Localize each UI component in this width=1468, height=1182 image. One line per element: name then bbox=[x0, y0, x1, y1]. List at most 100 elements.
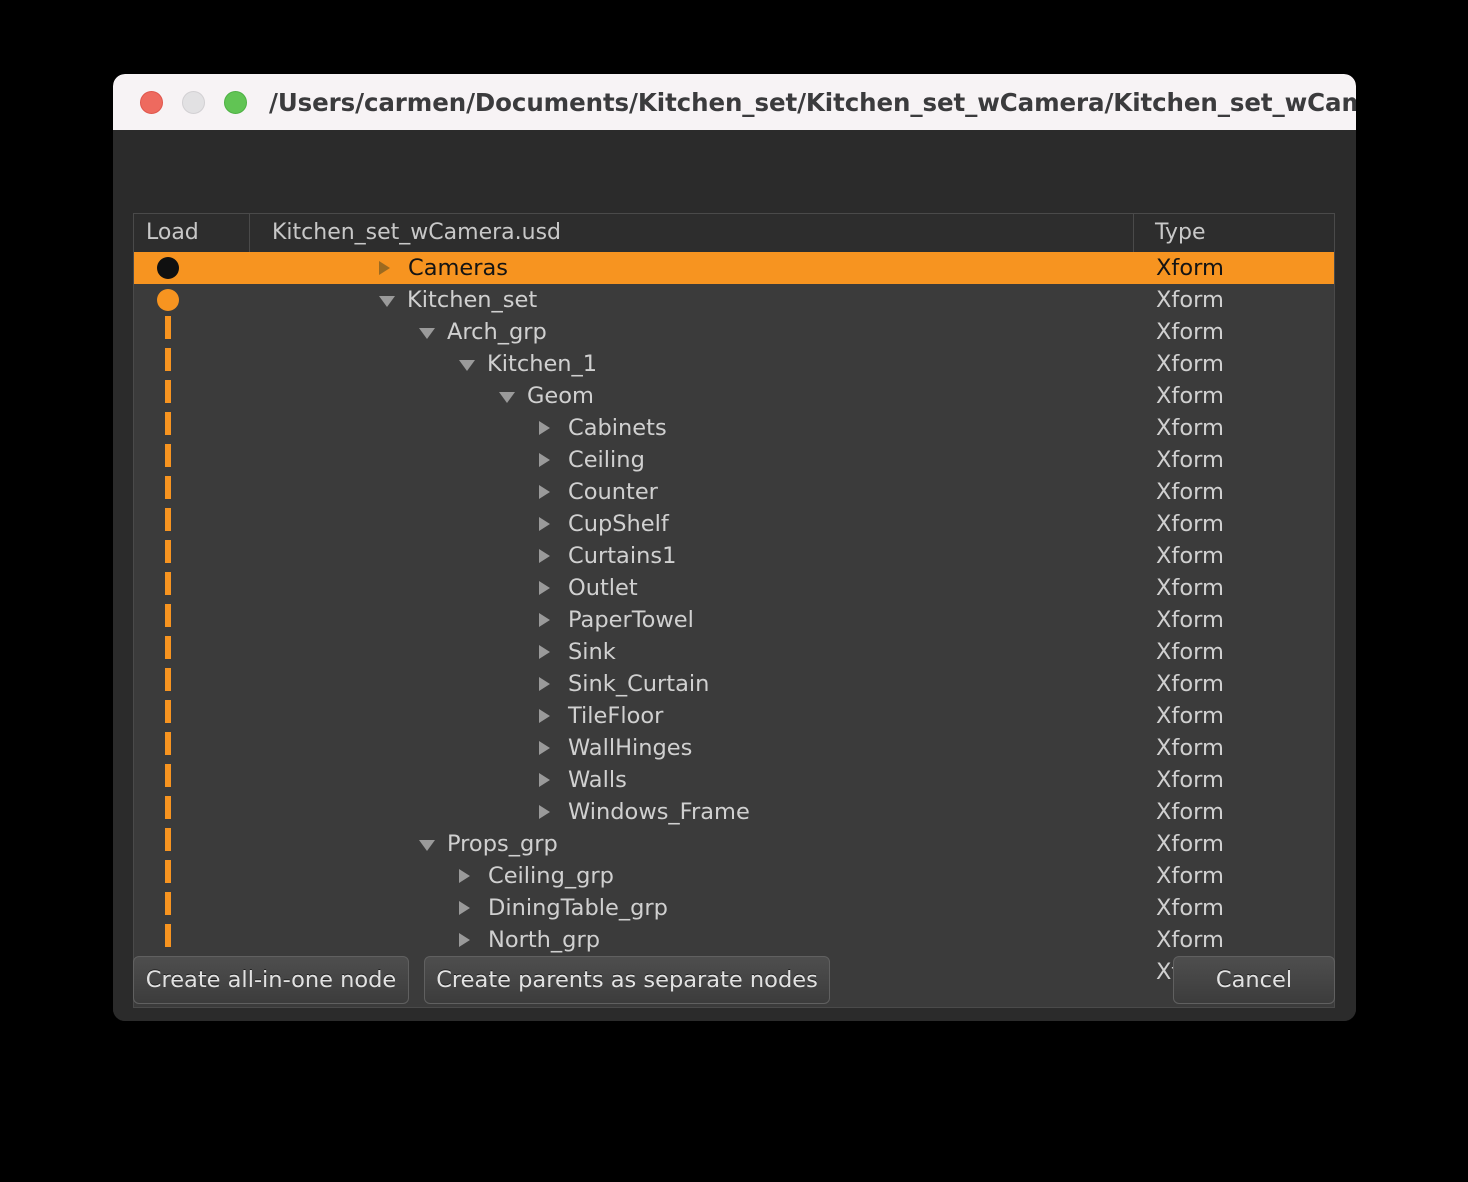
load-cell[interactable] bbox=[134, 540, 250, 572]
chevron-right-icon[interactable] bbox=[539, 741, 550, 755]
name-cell[interactable]: Windows_Frame bbox=[250, 796, 1134, 828]
name-cell[interactable]: Counter bbox=[250, 476, 1134, 508]
load-cell[interactable] bbox=[134, 636, 250, 668]
chevron-right-icon[interactable] bbox=[459, 901, 470, 915]
name-cell[interactable]: Cameras bbox=[250, 252, 1134, 284]
load-cell[interactable] bbox=[134, 476, 250, 508]
table-row[interactable]: OutletXform bbox=[134, 572, 1334, 604]
name-cell[interactable]: Walls bbox=[250, 764, 1134, 796]
table-row[interactable]: Windows_FrameXform bbox=[134, 796, 1334, 828]
table-row[interactable]: CabinetsXform bbox=[134, 412, 1334, 444]
name-cell[interactable]: Sink_Curtain bbox=[250, 668, 1134, 700]
load-cell[interactable] bbox=[134, 316, 250, 348]
chevron-down-icon[interactable] bbox=[419, 840, 435, 851]
load-cell[interactable] bbox=[134, 732, 250, 764]
table-row[interactable]: CeilingXform bbox=[134, 444, 1334, 476]
name-cell[interactable]: Props_grp bbox=[250, 828, 1134, 860]
chevron-right-icon[interactable] bbox=[539, 645, 550, 659]
maximize-window-icon[interactable] bbox=[224, 91, 247, 114]
load-cell[interactable] bbox=[134, 604, 250, 636]
chevron-right-icon[interactable] bbox=[539, 677, 550, 691]
name-cell[interactable]: Sink bbox=[250, 636, 1134, 668]
table-row[interactable]: Props_grpXform bbox=[134, 828, 1334, 860]
table-row[interactable]: CounterXform bbox=[134, 476, 1334, 508]
load-cell[interactable] bbox=[134, 828, 250, 860]
chevron-down-icon[interactable] bbox=[459, 360, 475, 371]
chevron-right-icon[interactable] bbox=[539, 581, 550, 595]
table-row[interactable]: Sink_CurtainXform bbox=[134, 668, 1334, 700]
create-all-in-one-node-button[interactable]: Create all-in-one node bbox=[133, 956, 409, 1004]
table-row[interactable]: Curtains1Xform bbox=[134, 540, 1334, 572]
column-header-load[interactable]: Load bbox=[134, 214, 250, 252]
load-cell[interactable] bbox=[134, 764, 250, 796]
chevron-right-icon[interactable] bbox=[459, 869, 470, 883]
load-cell[interactable] bbox=[134, 892, 250, 924]
chevron-right-icon[interactable] bbox=[539, 773, 550, 787]
table-row[interactable]: Ceiling_grpXform bbox=[134, 860, 1334, 892]
table-row[interactable]: Kitchen_setXform bbox=[134, 284, 1334, 316]
minimize-window-icon[interactable] bbox=[182, 91, 205, 114]
name-cell[interactable]: Ceiling bbox=[250, 444, 1134, 476]
table-row[interactable]: GeomXform bbox=[134, 380, 1334, 412]
chevron-right-icon[interactable] bbox=[539, 485, 550, 499]
close-window-icon[interactable] bbox=[140, 91, 163, 114]
name-cell[interactable]: Ceiling_grp bbox=[250, 860, 1134, 892]
table-row[interactable]: WallHingesXform bbox=[134, 732, 1334, 764]
name-cell[interactable]: WallHinges bbox=[250, 732, 1134, 764]
name-cell[interactable]: Curtains1 bbox=[250, 540, 1134, 572]
name-cell[interactable]: Arch_grp bbox=[250, 316, 1134, 348]
name-cell[interactable]: Outlet bbox=[250, 572, 1134, 604]
chevron-down-icon[interactable] bbox=[379, 296, 395, 307]
table-row[interactable]: TileFloorXform bbox=[134, 700, 1334, 732]
load-cell[interactable] bbox=[134, 252, 250, 284]
chevron-right-icon[interactable] bbox=[459, 933, 470, 947]
chevron-right-icon[interactable] bbox=[539, 613, 550, 627]
table-row[interactable]: PaperTowelXform bbox=[134, 604, 1334, 636]
load-cell[interactable] bbox=[134, 796, 250, 828]
load-cell[interactable] bbox=[134, 412, 250, 444]
load-toggle-icon[interactable] bbox=[157, 289, 179, 311]
load-inherited-line-icon bbox=[165, 444, 171, 476]
chevron-right-icon[interactable] bbox=[539, 421, 550, 435]
name-cell[interactable]: Geom bbox=[250, 380, 1134, 412]
table-row[interactable]: Arch_grpXform bbox=[134, 316, 1334, 348]
chevron-right-icon[interactable] bbox=[539, 517, 550, 531]
table-row[interactable]: DiningTable_grpXform bbox=[134, 892, 1334, 924]
name-cell[interactable]: CupShelf bbox=[250, 508, 1134, 540]
load-cell[interactable] bbox=[134, 348, 250, 380]
chevron-right-icon[interactable] bbox=[539, 549, 550, 563]
table-row[interactable]: CamerasXform bbox=[134, 252, 1334, 284]
chevron-down-icon[interactable] bbox=[419, 328, 435, 339]
load-cell[interactable] bbox=[134, 380, 250, 412]
name-cell[interactable]: Kitchen_set bbox=[250, 284, 1134, 316]
table-row[interactable]: SinkXform bbox=[134, 636, 1334, 668]
chevron-right-icon[interactable] bbox=[539, 709, 550, 723]
load-cell[interactable] bbox=[134, 924, 250, 956]
column-header-name[interactable]: Kitchen_set_wCamera.usd bbox=[250, 214, 1134, 252]
name-cell[interactable]: Cabinets bbox=[250, 412, 1134, 444]
chevron-down-icon[interactable] bbox=[499, 392, 515, 403]
load-cell[interactable] bbox=[134, 860, 250, 892]
table-row[interactable]: North_grpXform bbox=[134, 924, 1334, 956]
name-cell[interactable]: PaperTowel bbox=[250, 604, 1134, 636]
table-row[interactable]: CupShelfXform bbox=[134, 508, 1334, 540]
load-toggle-icon[interactable] bbox=[157, 257, 179, 279]
table-row[interactable]: WallsXform bbox=[134, 764, 1334, 796]
name-cell[interactable]: Kitchen_1 bbox=[250, 348, 1134, 380]
chevron-right-icon[interactable] bbox=[539, 453, 550, 467]
load-cell[interactable] bbox=[134, 668, 250, 700]
name-cell[interactable]: TileFloor bbox=[250, 700, 1134, 732]
cancel-button[interactable]: Cancel bbox=[1173, 956, 1335, 1004]
load-cell[interactable] bbox=[134, 700, 250, 732]
chevron-right-icon[interactable] bbox=[539, 805, 550, 819]
load-cell[interactable] bbox=[134, 508, 250, 540]
load-cell[interactable] bbox=[134, 572, 250, 604]
create-parents-as-separate-nodes-button[interactable]: Create parents as separate nodes bbox=[424, 956, 830, 1004]
name-cell[interactable]: DiningTable_grp bbox=[250, 892, 1134, 924]
chevron-right-icon[interactable] bbox=[379, 261, 390, 275]
name-cell[interactable]: North_grp bbox=[250, 924, 1134, 956]
table-row[interactable]: Kitchen_1Xform bbox=[134, 348, 1334, 380]
load-cell[interactable] bbox=[134, 444, 250, 476]
load-cell[interactable] bbox=[134, 284, 250, 316]
column-header-type[interactable]: Type bbox=[1134, 214, 1334, 252]
